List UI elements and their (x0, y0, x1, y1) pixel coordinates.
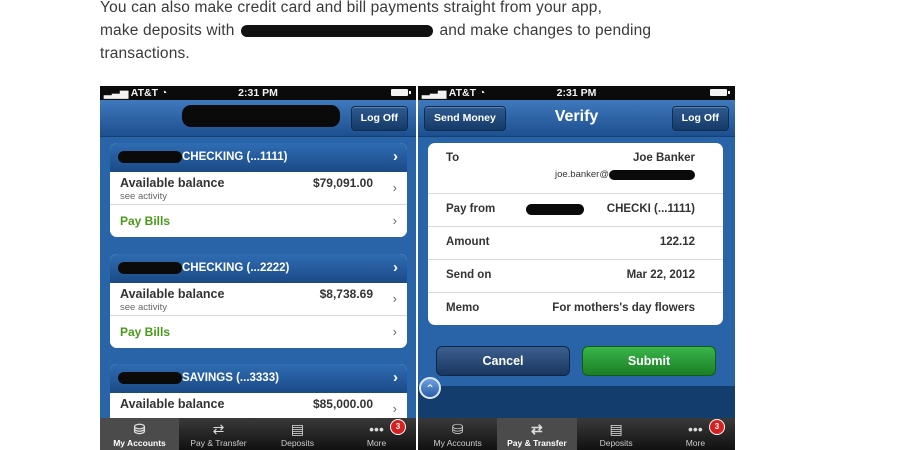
account-card-checking-2222: CHECKING (...2222) › Available balance s… (110, 254, 407, 348)
balance-label: Available balance (120, 287, 225, 301)
submit-button[interactable]: Submit (582, 346, 716, 376)
account-header[interactable]: CHECKING (...2222) › (110, 254, 407, 283)
log-off-button[interactable]: Log Off (350, 106, 408, 131)
account-name: CHECKING (...2222) (182, 262, 290, 274)
tab-deposits[interactable]: ▤ Deposits (577, 418, 656, 450)
pay-bills-link[interactable]: Pay Bills (120, 325, 170, 339)
article-line-2-end: and make changes to pending (439, 22, 652, 39)
chevron-right-icon: › (392, 213, 397, 228)
deposits-icon: ▤ (290, 421, 305, 437)
see-activity-link[interactable]: see activity (120, 302, 167, 313)
to-row: To Joe Banker joe.banker@ (428, 143, 723, 194)
available-balance-row[interactable]: Available balance see activity $8,738.69… (110, 283, 407, 316)
article-line-2-start: make deposits with (100, 22, 235, 39)
tab-my-accounts[interactable]: ⛁ My Accounts (100, 418, 179, 450)
account-header[interactable]: CHECKING (...1111) › (110, 143, 407, 172)
pay-bills-row[interactable]: Pay Bills › (110, 316, 407, 348)
phone-screen-verify: ▂▃▅ AT&T ◔ 2:31 PM Send Money Verify Log… (418, 86, 735, 450)
tab-pay-transfer[interactable]: ⇄ Pay & Transfer (497, 418, 577, 450)
amount-label: Amount (446, 236, 490, 248)
tab-my-accounts[interactable]: ⛁ My Accounts (418, 418, 497, 450)
pay-from-value: CHECKI (...1111) (606, 203, 695, 215)
pay-from-label: Pay from (446, 203, 496, 215)
recipient-name: Joe Banker (632, 152, 695, 164)
account-card-savings-3333: SAVINGS (...3333) › Available balance $8… (110, 364, 407, 425)
article-text: You can also make credit card and bill p… (100, 0, 740, 65)
pay-from-row: Pay from CHECKI (...1111) (428, 194, 723, 227)
chevron-right-icon: › (393, 148, 398, 165)
lower-panel (418, 386, 735, 418)
tab-pay-transfer[interactable]: ⇄ Pay & Transfer (179, 418, 258, 450)
my-accounts-icon: ⛁ (133, 421, 146, 437)
status-bar: ▂▃▅ AT&T ◔ 2:31 PM (100, 86, 416, 100)
recipient-email: joe.banker@ (554, 169, 609, 180)
memo-value: For mothers's day flowers (552, 302, 695, 314)
account-card-checking-1111: CHECKING (...1111) › Available balance s… (110, 143, 407, 237)
amount-row: Amount 122.12 (428, 227, 723, 260)
chevron-right-icon: › (392, 291, 397, 306)
payment-details-card: To Joe Banker joe.banker@ Pay from CHECK… (428, 143, 723, 325)
account-name-redacted (118, 151, 182, 163)
tab-deposits[interactable]: ▤ Deposits (258, 418, 337, 450)
notification-badge: 3 (390, 419, 406, 435)
account-name: SAVINGS (...3333) (182, 372, 279, 384)
balance-label: Available balance (120, 397, 225, 411)
send-on-label: Send on (446, 269, 492, 281)
notification-badge: 3 (709, 419, 725, 435)
tab-bar: ⛁ My Accounts ⇄ Pay & Transfer ▤ Deposits •… (100, 418, 416, 450)
article-line-3: transactions. (100, 45, 190, 62)
balance-amount: $79,091.00 (312, 176, 373, 190)
chevron-up-icon[interactable]: ⌃ (419, 377, 441, 399)
redaction-bar (240, 24, 433, 37)
pay-bills-link[interactable]: Pay Bills (120, 214, 170, 228)
nav-bar: Send Money Verify Log Off (418, 100, 735, 137)
account-name-redacted (118, 372, 182, 384)
account-name-redacted (526, 204, 584, 215)
balance-amount: $8,738.69 (319, 287, 373, 301)
my-accounts-icon: ⛁ (451, 421, 464, 437)
account-name: CHECKING (...1111) (182, 151, 288, 163)
send-on-value: Mar 22, 2012 (626, 269, 695, 281)
chevron-right-icon: › (392, 180, 397, 195)
tab-more[interactable]: ••• More 3 (656, 418, 735, 450)
bank-logo-redacted (182, 105, 340, 127)
pay-bills-row[interactable]: Pay Bills › (110, 205, 407, 237)
amount-value: 122.12 (659, 236, 695, 248)
balance-label: Available balance (120, 176, 225, 190)
status-bar: ▂▃▅ AT&T ◔ 2:31 PM (418, 86, 735, 100)
balance-amount: $85,000.00 (312, 397, 373, 411)
status-time: 2:31 PM (556, 87, 597, 99)
phone-screen-accounts: ▂▃▅ AT&T ◔ 2:31 PM Log Off CHECKING (...… (100, 86, 416, 450)
memo-label: Memo (446, 302, 480, 314)
tab-more[interactable]: ••• More 3 (337, 418, 416, 450)
available-balance-row[interactable]: Available balance see activity $79,091.0… (110, 172, 407, 205)
pay-transfer-icon: ⇄ (531, 421, 543, 437)
deposits-icon: ▤ (609, 421, 623, 437)
account-header[interactable]: SAVINGS (...3333) › (110, 364, 407, 393)
chevron-right-icon: › (392, 401, 397, 416)
cancel-button[interactable]: Cancel (436, 346, 570, 376)
send-on-row: Send on Mar 22, 2012 (428, 260, 723, 293)
memo-row: Memo For mothers's day flowers (428, 293, 723, 325)
see-activity-link[interactable]: see activity (120, 191, 167, 202)
article-line-1: You can also make credit card and bill p… (100, 0, 603, 16)
log-off-button[interactable]: Log Off (671, 106, 729, 131)
nav-bar: Log Off (100, 100, 416, 137)
chevron-right-icon: › (393, 369, 398, 386)
pay-transfer-icon: ⇄ (212, 421, 225, 437)
to-label: To (446, 152, 460, 164)
email-redacted (609, 170, 695, 180)
chevron-right-icon: › (393, 259, 398, 276)
chevron-right-icon: › (392, 324, 397, 339)
article-line-2: make deposits with and make changes to p… (100, 19, 740, 42)
status-time: 2:31 PM (238, 87, 278, 99)
battery-icon (391, 89, 411, 96)
battery-icon (710, 89, 730, 96)
tab-bar: ⛁ My Accounts ⇄ Pay & Transfer ▤ Deposits •… (418, 418, 735, 450)
account-name-redacted (118, 262, 182, 274)
